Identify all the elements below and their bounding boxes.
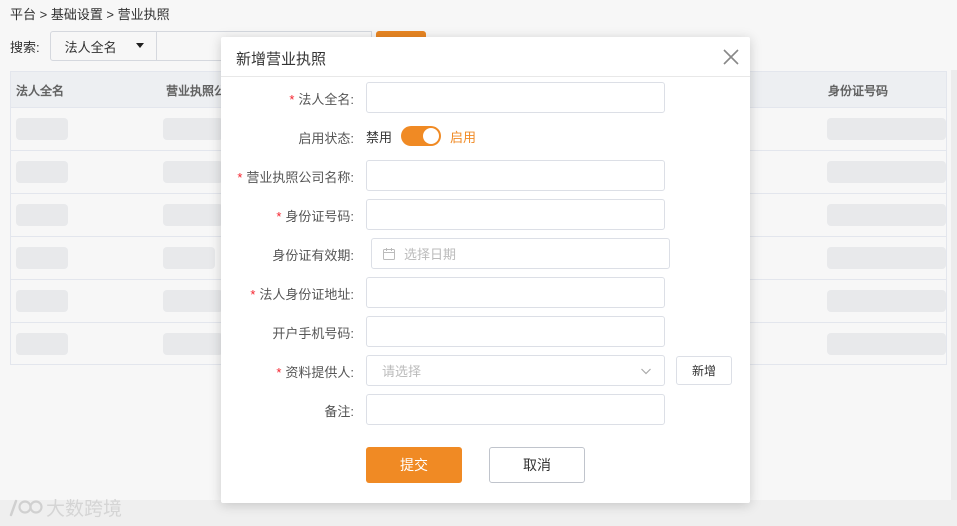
select-placeholder: 请选择 (382, 364, 422, 379)
remark-label: 备注: (324, 404, 354, 419)
form-row-id-number: * 身份证号码: (221, 199, 750, 230)
status-toggle[interactable] (401, 126, 442, 146)
remark-input[interactable] (366, 394, 665, 425)
form-row-phone: 开户手机号码: (221, 316, 750, 347)
id-address-label: * 法人身份证地址: (250, 287, 354, 302)
id-validity-date-picker[interactable]: 选择日期 (371, 238, 670, 269)
phone-label: 开户手机号码: (272, 326, 354, 341)
chevron-down-icon (641, 368, 651, 375)
provider-label: * 资料提供人: (276, 365, 354, 380)
form-row-legal-name: * 法人全名: (221, 82, 750, 113)
submit-button[interactable]: 提交 (366, 447, 462, 483)
dialog-header: 新增营业执照 (221, 37, 750, 77)
dialog-title: 新增营业执照 (236, 51, 327, 68)
form-row-status: 启用状态: 禁用 启用 (221, 121, 750, 151)
status-off-label: 禁用 (366, 129, 393, 145)
form-row-company-name: * 营业执照公司名称: (221, 160, 750, 191)
add-license-dialog: 新增营业执照 * 法人全名: 启用状态: 禁用 启用 * 营业执照公司名称: * 身份… (221, 37, 750, 503)
cancel-button[interactable]: 取消 (489, 447, 585, 483)
date-placeholder: 选择日期 (404, 247, 457, 262)
brand-logo-icon (9, 499, 43, 516)
provider-select[interactable]: 请选择 (366, 355, 665, 386)
watermark-text: 大数跨境 (46, 499, 123, 520)
calendar-icon (383, 247, 395, 260)
close-icon[interactable] (722, 48, 740, 66)
required-mark: * (289, 92, 295, 107)
status-label: 启用状态: (298, 131, 354, 146)
phone-input[interactable] (366, 316, 665, 347)
form-row-remark: 备注: (221, 394, 750, 425)
legal-name-label: * 法人全名: (289, 92, 354, 107)
watermark: 大数跨境 (8, 494, 122, 521)
company-name-label: * 营业执照公司名称: (237, 170, 354, 185)
legal-name-input[interactable] (366, 82, 665, 113)
company-name-input[interactable] (366, 160, 665, 191)
form-row-provider: * 资料提供人: 请选择 新增 (221, 355, 750, 386)
id-number-label: * 身份证号码: (276, 209, 354, 224)
form-row-id-address: * 法人身份证地址: (221, 277, 750, 308)
id-validity-label: 身份证有效期: (272, 248, 354, 263)
add-provider-button[interactable]: 新增 (676, 356, 732, 385)
id-number-input[interactable] (366, 199, 665, 230)
form-row-id-validity: 身份证有效期: 选择日期 (221, 238, 750, 269)
required-mark: * (237, 170, 243, 185)
required-mark: * (250, 287, 256, 302)
status-on-label: 启用 (450, 129, 477, 145)
id-address-input[interactable] (366, 277, 665, 308)
required-mark: * (276, 209, 282, 224)
toggle-knob (423, 128, 440, 144)
required-mark: * (276, 365, 282, 380)
status-switch-group: 禁用 启用 (366, 121, 476, 151)
